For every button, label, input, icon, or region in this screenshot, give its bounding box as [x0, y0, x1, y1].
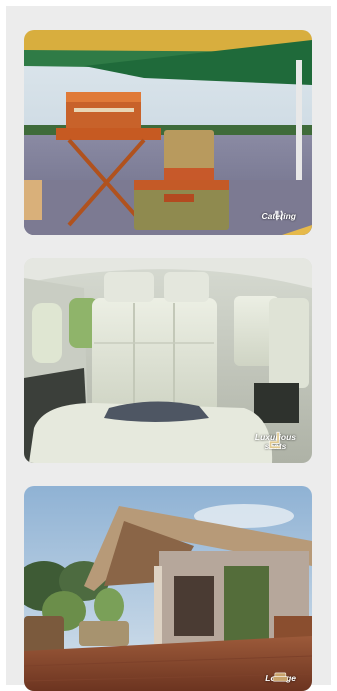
- lounge-photo: [24, 486, 312, 691]
- catering-card[interactable]: Catering: [24, 30, 312, 235]
- amenities-panel: Catering Luxurious: [6, 6, 331, 691]
- luxurious-seats-card[interactable]: Luxurious seats: [24, 258, 312, 463]
- lounge-card[interactable]: Lounge: [24, 486, 312, 691]
- catering-photo: [24, 30, 312, 235]
